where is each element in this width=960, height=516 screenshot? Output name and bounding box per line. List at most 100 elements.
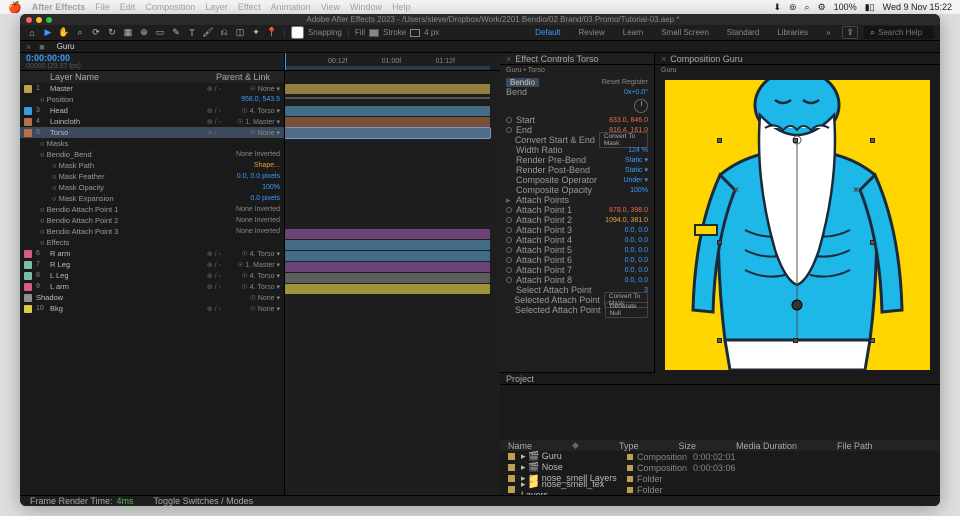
- clock[interactable]: Wed 9 Nov 15:22: [883, 2, 952, 12]
- composition-viewer[interactable]: × ×: [655, 76, 940, 374]
- layer-bar[interactable]: [285, 262, 490, 272]
- layer-row[interactable]: 9L arm⊕ / ◦☉ 4. Torso ▾: [20, 281, 284, 292]
- layer-name[interactable]: L arm: [50, 282, 203, 291]
- layer-switches[interactable]: ⊕ / ◦: [207, 283, 221, 291]
- keyframe-stopwatch-icon[interactable]: [506, 117, 512, 123]
- layer-switches[interactable]: ⊕ / ◦: [207, 272, 221, 280]
- col-duration[interactable]: Media Duration: [736, 441, 797, 451]
- layer-row[interactable]: ○ Mask Expansion0.0 pixels: [20, 193, 284, 204]
- layer-row[interactable]: ○ Bendio Attach Point 1None Inverted: [20, 204, 284, 215]
- clone-tool-icon[interactable]: ⎌: [218, 27, 230, 39]
- angle-dial[interactable]: [634, 99, 648, 113]
- parent-link[interactable]: ☉ None ▾: [225, 294, 280, 302]
- stroke-swatch[interactable]: [410, 29, 420, 37]
- fill-label[interactable]: Fill: [355, 28, 365, 37]
- comp-panel-title[interactable]: Composition Guru: [670, 54, 743, 64]
- layer-switches[interactable]: ⊕ / ◦: [207, 85, 221, 93]
- layer-name[interactable]: ○ Masks: [40, 139, 280, 148]
- effect-property-row[interactable]: Selected Attach PointGenerate Null: [506, 305, 648, 315]
- layer-switches[interactable]: ⊕ / ◦: [207, 250, 221, 258]
- effect-property-row[interactable]: Composite OperatorUnder ▾: [506, 175, 648, 185]
- layer-bar[interactable]: [285, 251, 490, 261]
- layer-switches[interactable]: ⊕ / ◦: [207, 118, 221, 126]
- current-time-indicator[interactable]: [285, 53, 286, 70]
- layer-color-swatch[interactable]: [24, 107, 32, 115]
- keyframe-stopwatch-icon[interactable]: [506, 127, 512, 133]
- menu-help[interactable]: Help: [392, 2, 411, 12]
- effect-property-row[interactable]: Render Pre-BendStatic ▾: [506, 155, 648, 165]
- effect-property-row[interactable]: Convert Start & EndConvert To Mask: [506, 135, 648, 145]
- layer-row[interactable]: ○ Mask PathShape...: [20, 160, 284, 171]
- layer-row[interactable]: ○ Masks: [20, 138, 284, 149]
- layer-name[interactable]: ○ Mask Feather: [52, 172, 233, 181]
- control-center-icon[interactable]: ⚙: [818, 2, 826, 13]
- property-value[interactable]: Static ▾: [625, 156, 648, 164]
- app-name[interactable]: After Effects: [32, 2, 86, 12]
- property-value[interactable]: None Inverted: [236, 206, 280, 213]
- comp-tab-guru[interactable]: Guru: [53, 41, 79, 52]
- property-value[interactable]: Static ▾: [625, 166, 648, 174]
- item-label-swatch[interactable]: [508, 453, 515, 460]
- project-item-row[interactable]: ▸ 📁 nose_smell_tex Layers Folder: [500, 484, 940, 495]
- property-value[interactable]: 0.0, 0.0 pixels: [237, 173, 280, 180]
- property-value[interactable]: 0.0, 0.0: [625, 257, 648, 264]
- effect-property-row[interactable]: ▸Attach Points: [506, 195, 648, 205]
- layer-row[interactable]: 1Master⊕ / ◦☉ None ▾: [20, 83, 284, 94]
- comp-tab-none[interactable]: ■: [39, 42, 44, 52]
- zoom-tool-icon[interactable]: ⌕: [74, 27, 86, 39]
- layer-bar[interactable]: [285, 229, 490, 239]
- effect-property-row[interactable]: Composite Opacity100%: [506, 185, 648, 195]
- shape-tool-icon[interactable]: ▭: [154, 27, 166, 39]
- layer-name[interactable]: ○ Mask Path: [52, 161, 250, 170]
- layer-color-swatch[interactable]: [24, 305, 32, 313]
- keyframe-stopwatch-icon[interactable]: [506, 207, 512, 213]
- property-value[interactable]: 0.0, 0.0: [625, 267, 648, 274]
- parent-link[interactable]: ☉ 4. Torso ▾: [225, 107, 280, 115]
- workspace-standard[interactable]: Standard: [721, 27, 765, 38]
- layer-color-swatch[interactable]: [24, 261, 32, 269]
- effect-panel-title[interactable]: Effect Controls Torso: [515, 54, 598, 64]
- property-value[interactable]: None Inverted: [236, 217, 280, 224]
- project-panel-title[interactable]: Project: [506, 374, 534, 384]
- parent-link[interactable]: ☉ 4. Torso ▾: [225, 250, 280, 258]
- parent-link[interactable]: ☉ None ▾: [225, 305, 280, 313]
- parent-link[interactable]: ☉ 1. Master ▾: [225, 118, 280, 126]
- property-value[interactable]: None Inverted: [236, 151, 280, 158]
- menu-file[interactable]: File: [95, 2, 110, 12]
- effect-property-row[interactable]: Render Post-BendStatic ▾: [506, 165, 648, 175]
- pen-tool-icon[interactable]: ✎: [170, 27, 182, 39]
- layer-name[interactable]: ○ Effects: [40, 238, 280, 247]
- close-button[interactable]: [26, 17, 32, 23]
- layer-name[interactable]: ○ Bendio_Bend: [40, 150, 232, 159]
- property-value[interactable]: 0.0 pixels: [250, 195, 280, 202]
- effect-property-row[interactable]: Attach Point 70.0, 0.0: [506, 265, 648, 275]
- property-value[interactable]: None Inverted: [236, 228, 280, 235]
- property-value[interactable]: 124 %: [628, 147, 648, 154]
- comp-name[interactable]: Guru: [655, 65, 940, 76]
- layer-bar[interactable]: [285, 106, 490, 116]
- layer-name[interactable]: ○ Position: [40, 95, 237, 104]
- property-value[interactable]: 833.0, 846.0: [609, 117, 648, 124]
- effect-property-row[interactable]: Attach Point 30.0, 0.0: [506, 225, 648, 235]
- layer-color-swatch[interactable]: [24, 129, 32, 137]
- workspace-default[interactable]: Default: [529, 27, 566, 38]
- puppet-tool-icon[interactable]: 📍: [266, 27, 278, 39]
- stroke-width[interactable]: 4 px: [424, 28, 439, 37]
- selection-tool-icon[interactable]: ▶: [42, 27, 54, 39]
- layer-row[interactable]: ○ Bendio Attach Point 3None Inverted: [20, 226, 284, 237]
- orbit-tool-icon[interactable]: ⟳: [90, 27, 102, 39]
- current-timecode[interactable]: 0:00:00:00: [26, 53, 278, 63]
- search-icon[interactable]: ⌕: [805, 2, 810, 13]
- timeline-ruler[interactable]: 00:12f 01:00f 01:12f: [285, 53, 500, 71]
- menu-view[interactable]: View: [321, 2, 340, 12]
- layer-row[interactable]: Shadow☉ None ▾: [20, 292, 284, 303]
- rotate-tool-icon[interactable]: ↻: [106, 27, 118, 39]
- layer-switches[interactable]: ⊕ / ◦: [207, 129, 221, 137]
- bend-angle[interactable]: 0x+0.0°: [624, 89, 648, 96]
- menu-composition[interactable]: Composition: [145, 2, 195, 12]
- parent-link[interactable]: ☉ None ▾: [225, 85, 280, 93]
- parent-link[interactable]: ☉ None ▾: [225, 129, 280, 137]
- type-tool-icon[interactable]: T: [186, 27, 198, 39]
- project-item-row[interactable]: ▸ 🎬 Nose Composition 0:00:03:06: [500, 462, 940, 473]
- layer-row[interactable]: ○ Position958.0, 543.5: [20, 94, 284, 105]
